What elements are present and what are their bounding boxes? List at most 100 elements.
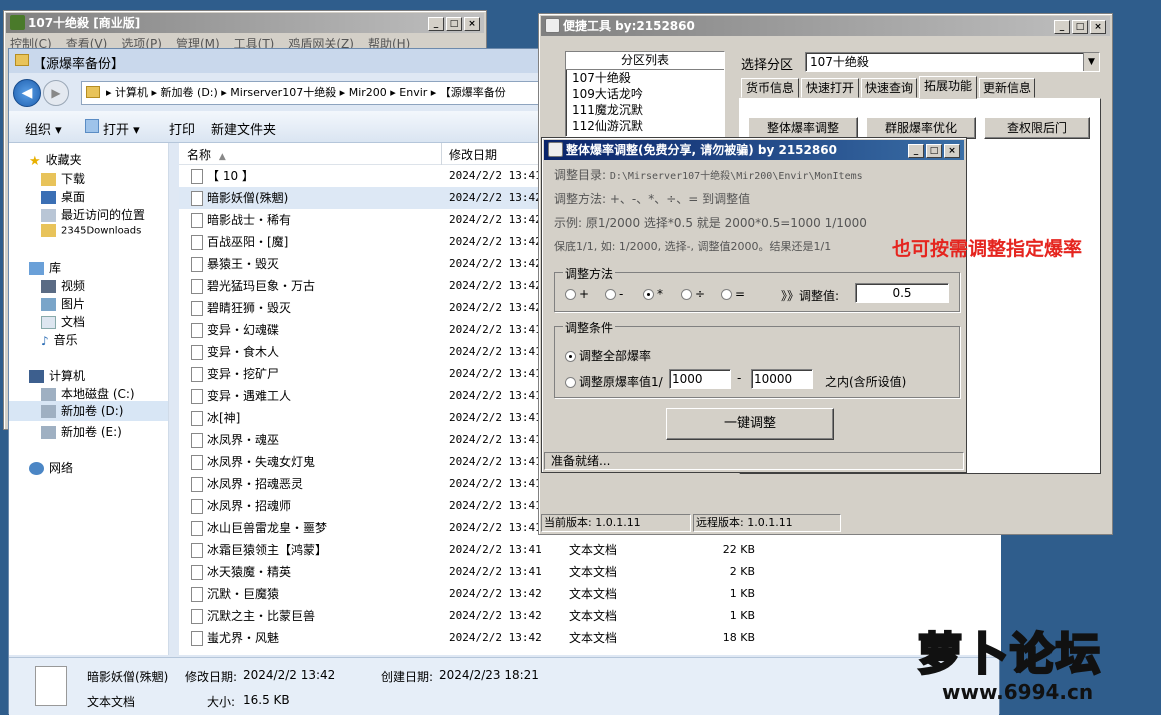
organize-button[interactable]: 组织 ▾: [25, 119, 62, 138]
file-name: 碧睛狂狮・毁灭: [207, 301, 292, 315]
explorer-title: 【源爆率备份】: [33, 57, 125, 72]
app-icon: [548, 142, 563, 157]
op-minus[interactable]: -: [605, 287, 623, 301]
range-suffix: 之内(含所设值): [825, 375, 907, 389]
pictures-icon: [41, 298, 56, 311]
zone-item[interactable]: 111魔龙沉默: [566, 102, 724, 118]
nav-recent[interactable]: 最近访问的位置: [41, 206, 145, 223]
file-name: 冰天猿魔・精英: [207, 565, 292, 579]
annotation-text: 也可按需调整指定爆率: [892, 238, 1083, 260]
column-date[interactable]: 修改日期: [449, 146, 497, 163]
op-equals[interactable]: =: [721, 287, 745, 301]
op-divide[interactable]: ÷: [681, 287, 705, 301]
file-name: 冰山巨兽雷龙皇・噩梦: [207, 521, 328, 535]
dialog-titlebar[interactable]: 整体爆率调整(免费分享, 请勿被骗) by 2152860 _ □ ×: [544, 140, 964, 160]
maximize-button[interactable]: □: [1072, 20, 1088, 34]
overall-drop-rate-button[interactable]: 整体爆率调整: [748, 117, 858, 139]
op-plus[interactable]: +: [565, 287, 589, 301]
tab-currency[interactable]: 货币信息: [741, 78, 799, 98]
column-divider[interactable]: [441, 143, 442, 165]
new-folder-button[interactable]: 新建文件夹: [211, 119, 276, 138]
op-multiply[interactable]: *: [643, 287, 663, 301]
tab-quick-open[interactable]: 快速打开: [801, 78, 859, 98]
address-bar[interactable]: ▸ 计算机 ▸ 新加卷 (D:) ▸ Mirserver107十绝殺 ▸ Mir…: [81, 81, 551, 105]
nav-computer[interactable]: 计算机: [29, 367, 85, 384]
zone-list[interactable]: 分区列表 107十绝殺 109大话龙吟 111魔龙沉默 112仙游沉默: [565, 51, 725, 137]
file-date: 2024/2/2 13:42: [449, 235, 542, 248]
range-min: 1000: [672, 372, 703, 386]
sort-up-icon: ▲: [218, 152, 226, 162]
back-button[interactable]: ◀: [13, 79, 41, 107]
file-name: 暗影妖僧(殊魍): [207, 191, 289, 205]
range-max-input[interactable]: 10000: [751, 369, 813, 389]
file-row[interactable]: 沉默之主・比蒙巨兽 2024/2/2 13:42 文本文档 1 KB: [179, 605, 1001, 627]
print-button[interactable]: 打印: [169, 119, 195, 138]
radio-icon: [681, 289, 692, 300]
nav-network[interactable]: 网络: [29, 459, 73, 476]
minimize-button[interactable]: _: [428, 17, 444, 31]
text-file-icon: [191, 609, 203, 624]
details-created: 2024/2/23 18:21: [439, 668, 539, 682]
range-min-input[interactable]: 1000: [669, 369, 731, 389]
nav-pictures[interactable]: 图片: [41, 295, 85, 312]
zone-item[interactable]: 109大话龙吟: [566, 86, 724, 102]
tab-updates[interactable]: 更新信息: [979, 78, 1035, 98]
drive-icon: [41, 388, 56, 401]
nav-2345downloads[interactable]: 2345Downloads: [41, 224, 141, 237]
tab-extensions[interactable]: 拓展功能: [919, 76, 977, 99]
text-file-icon: [191, 301, 203, 316]
tools-statusbar: 当前版本: 1.0.1.11 远程版本: 1.0.1.11: [541, 514, 1110, 532]
run-adjust-button[interactable]: 一键调整: [666, 408, 834, 440]
file-row[interactable]: 冰天猿魔・精英 2024/2/2 13:41 文本文档 2 KB: [179, 561, 1001, 583]
condition-group: 调整条件 调整全部爆率 调整原爆率值1/ 1000 - 10000 之内(含所设…: [554, 319, 960, 398]
nav-desktop[interactable]: 桌面: [41, 188, 85, 205]
check-backdoor-button[interactable]: 查权限后门: [984, 117, 1090, 139]
text-file-icon: [191, 191, 203, 206]
computer-icon: [29, 370, 44, 383]
details-size: 16.5 KB: [243, 693, 290, 707]
chevron-down-icon[interactable]: ▼: [1083, 53, 1099, 71]
file-row[interactable]: 沉默・巨魔猿 2024/2/2 13:42 文本文档 1 KB: [179, 583, 1001, 605]
column-name[interactable]: 名称 ▲: [187, 146, 226, 163]
file-row[interactable]: 蚩尤界・风魅 2024/2/2 13:42 文本文档 18 KB: [179, 627, 1001, 649]
cond-range-radio[interactable]: 调整原爆率值1/: [565, 373, 663, 390]
nav-drive-e[interactable]: 新加卷 (E:): [41, 423, 122, 440]
zone-item[interactable]: 107十绝殺: [566, 70, 724, 86]
close-button[interactable]: ×: [464, 17, 480, 31]
tab-quick-query[interactable]: 快速查询: [861, 78, 917, 98]
close-button[interactable]: ×: [1090, 20, 1106, 34]
nav-downloads[interactable]: 下载: [41, 170, 85, 187]
nav-videos[interactable]: 视频: [41, 277, 85, 294]
forward-button[interactable]: ▶: [43, 80, 69, 106]
main-window-titlebar[interactable]: 107十绝殺 [商业版] _ □ ×: [6, 13, 484, 33]
drop-rate-dialog: 整体爆率调整(免费分享, 请勿被骗) by 2152860 _ □ × 调整目录…: [541, 137, 967, 473]
close-button[interactable]: ×: [944, 144, 960, 158]
text-file-icon: [191, 587, 203, 602]
method-group: 调整方法 + - * ÷ = 》》调整值: 0.5: [554, 265, 960, 312]
minimize-button[interactable]: _: [908, 144, 924, 158]
group-drop-rate-button[interactable]: 群服爆率优化: [866, 117, 976, 139]
tools-titlebar[interactable]: 便捷工具 by:2152860 _ □ ×: [541, 16, 1110, 36]
maximize-button[interactable]: □: [446, 17, 462, 31]
nav-music[interactable]: ♪ 音乐: [41, 331, 78, 348]
text-file-icon: [191, 433, 203, 448]
nav-drive-d[interactable]: 新加卷 (D:): [9, 401, 168, 421]
text-file-icon: [191, 499, 203, 514]
file-date: 2024/2/2 13:41: [449, 323, 542, 336]
adjust-value-input[interactable]: 0.5: [855, 283, 949, 303]
text-file-icon: [191, 411, 203, 426]
text-file-icon: [191, 213, 203, 228]
nav-libraries[interactable]: 库: [29, 259, 61, 276]
minimize-button[interactable]: _: [1054, 20, 1070, 34]
file-name: 变异・食木人: [207, 345, 280, 359]
nav-favorites[interactable]: ★ 收藏夹: [29, 151, 82, 169]
nav-drive-c[interactable]: 本地磁盘 (C:): [41, 385, 135, 402]
zone-item[interactable]: 112仙游沉默: [566, 118, 724, 134]
nav-documents[interactable]: 文档: [41, 313, 85, 330]
file-row[interactable]: 冰霜巨猿领主【鸿蒙】 2024/2/2 13:41 文本文档 22 KB: [179, 539, 1001, 561]
zone-select[interactable]: 107十绝殺 ▼: [805, 52, 1100, 72]
cond-all-radio[interactable]: 调整全部爆率: [565, 347, 651, 364]
text-file-icon: [191, 235, 203, 250]
maximize-button[interactable]: □: [926, 144, 942, 158]
open-button[interactable]: 打开 ▾: [103, 119, 140, 138]
